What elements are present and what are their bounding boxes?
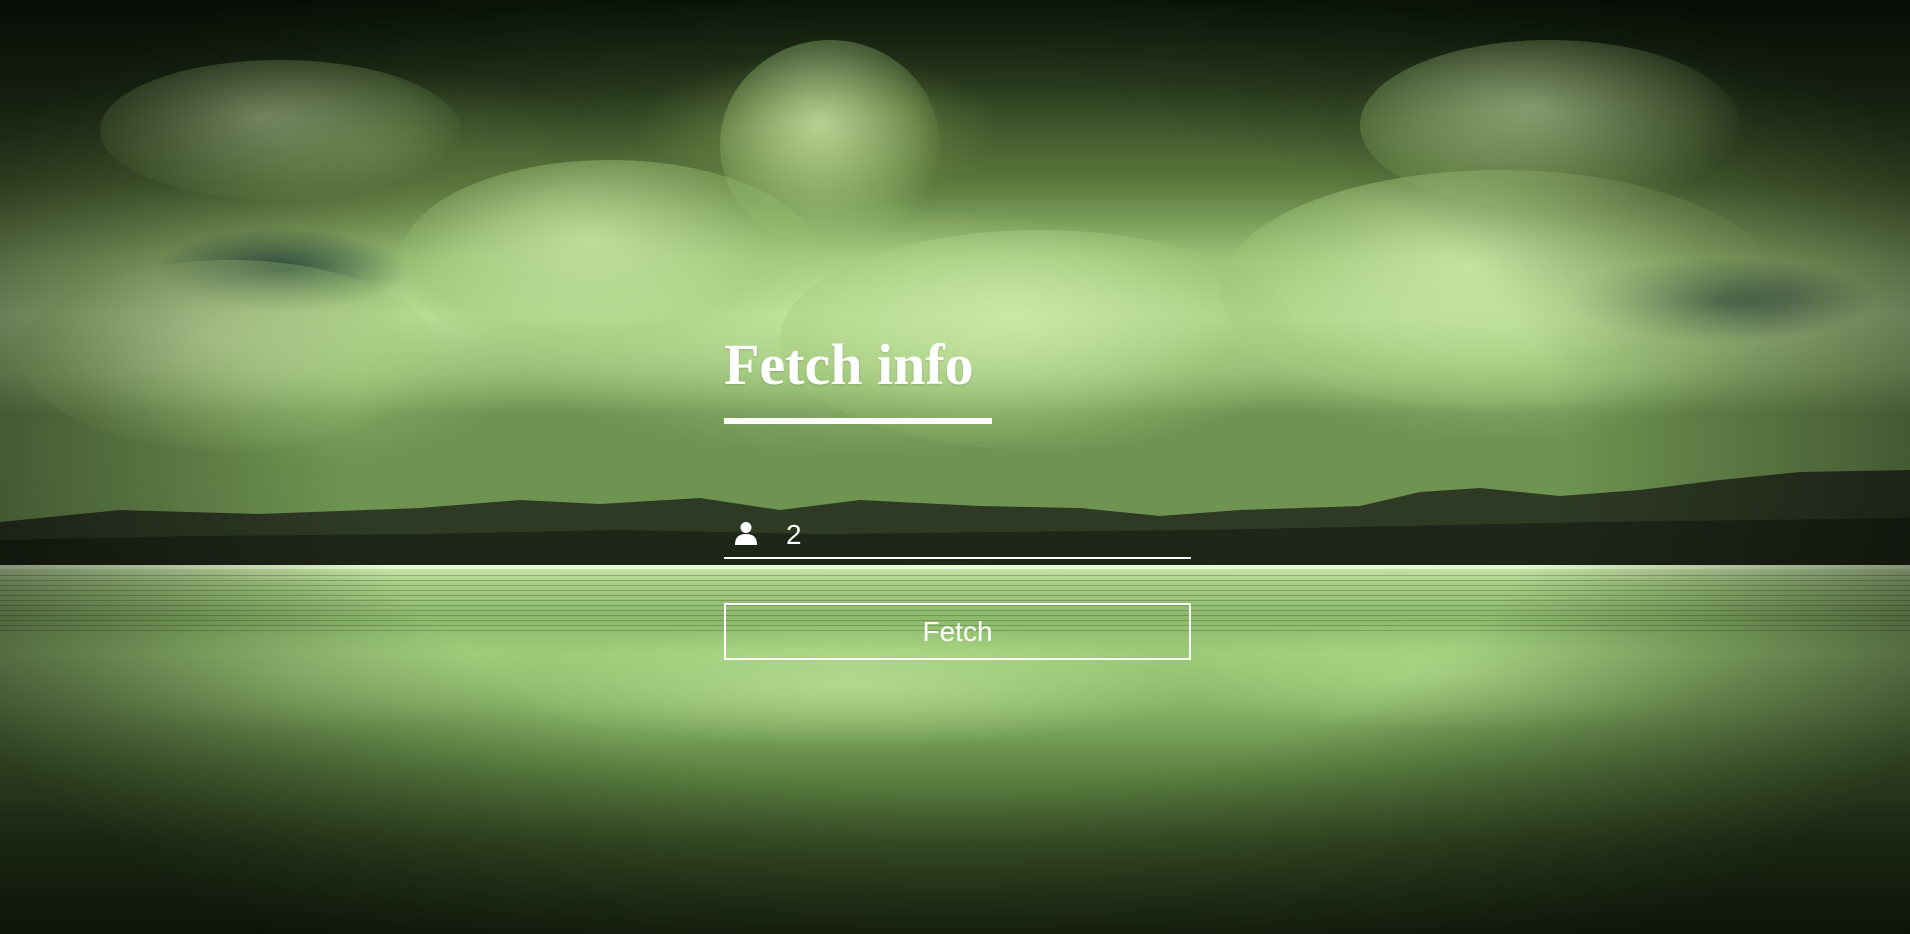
fetch-button[interactable]: Fetch — [724, 603, 1191, 660]
page-title: Fetch info — [724, 332, 974, 397]
user-icon — [734, 521, 758, 545]
title-underline — [724, 418, 992, 424]
id-input-row — [724, 517, 1191, 559]
fetch-form: Fetch info Fetch — [724, 330, 1191, 660]
id-input[interactable] — [786, 517, 1166, 553]
